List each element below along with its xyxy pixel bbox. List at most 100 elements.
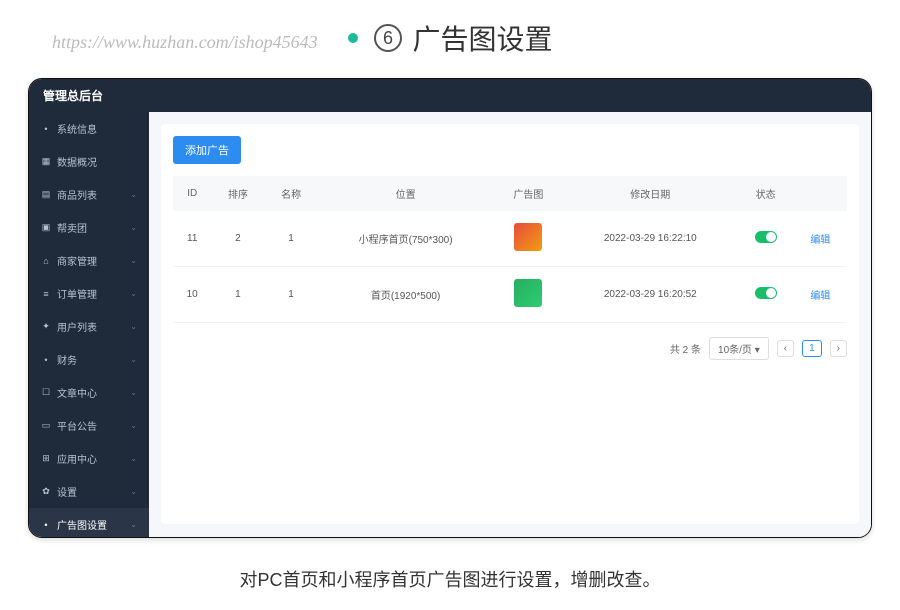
cell-thumb: [494, 267, 564, 323]
sidebar-item-label: 文章中心: [57, 385, 97, 400]
chevron-down-icon: ⌄: [130, 223, 137, 232]
dot-icon: [348, 33, 358, 43]
sidebar-item-5[interactable]: ≡订单管理⌄: [29, 277, 149, 310]
page-size-select[interactable]: 10条/页 ▾: [709, 337, 769, 360]
col-5: 修改日期: [563, 176, 737, 211]
sidebar-item-label: 系统信息: [57, 121, 97, 136]
sidebar-item-label: 设置: [57, 484, 77, 499]
sidebar-item-6[interactable]: ✦ 用户列表 ⌄: [29, 310, 149, 343]
ad-thumbnail[interactable]: [514, 223, 542, 251]
menu-icon: ▣: [41, 222, 51, 233]
sidebar-item-10[interactable]: ⊞ 应用中心 ⌄: [29, 442, 149, 475]
cell-sort: 1: [211, 267, 264, 323]
chevron-down-icon: ⌄: [130, 454, 137, 463]
menu-icon: ☐: [41, 387, 51, 398]
top-bar: 管理总后台: [29, 79, 871, 112]
cell-status: [737, 211, 793, 267]
sidebar-item-9[interactable]: ▭ 平台公告 ⌄: [29, 409, 149, 442]
app-body: •系统信息▦数据概况▤商品列表⌄▣帮卖团⌄⌂商家管理⌄≡订单管理⌄✦用户列表⌄•…: [29, 112, 871, 537]
watermark: https://www.huzhan.com/ishop45643: [52, 32, 318, 53]
sidebar-item-2[interactable]: ▤ 商品列表 ⌄: [29, 178, 149, 211]
chevron-down-icon: ⌄: [130, 355, 137, 364]
sidebar-item-label: 帮卖团: [57, 220, 87, 235]
pager-next[interactable]: ›: [830, 340, 847, 357]
cell-pos: 首页(1920*500): [318, 267, 494, 323]
cell-action: 编辑: [794, 267, 847, 323]
col-0: ID: [173, 176, 211, 211]
page-title: 广告图设置: [412, 24, 552, 55]
sidebar-item-label: 应用中心: [57, 451, 97, 466]
chevron-down-icon: ⌄: [130, 487, 137, 496]
col-3: 位置: [318, 176, 494, 211]
chevron-down-icon: ⌄: [130, 520, 137, 529]
sidebar-item-label: 用户列表: [57, 319, 97, 334]
ad-table: ID排序名称位置广告图修改日期状态 1121小程序首页(750*300)2022…: [173, 176, 847, 323]
edit-link[interactable]: 编辑: [810, 291, 830, 302]
menu-icon: •: [41, 520, 51, 530]
table-row: 1121小程序首页(750*300)2022-03-29 16:22:10编辑: [173, 211, 847, 267]
sidebar-item-11[interactable]: ✿ 设置 ⌄: [29, 475, 149, 508]
table-row: 1011首页(1920*500)2022-03-29 16:20:52编辑: [173, 267, 847, 323]
col-7: [794, 176, 847, 211]
sidebar-item-3[interactable]: ▣ 帮卖团 ⌄: [29, 211, 149, 244]
sidebar-item-label: 数据概况: [57, 154, 97, 169]
cell-name: 1: [265, 211, 318, 267]
menu-icon: ▤: [41, 189, 51, 200]
page-header: https://www.huzhan.com/ishop45643 6 广告图设…: [0, 0, 900, 70]
caption: 对PC首页和小程序首页广告图进行设置，增删改查。: [0, 566, 900, 592]
sidebar-item-label: 商品列表: [57, 187, 97, 202]
sidebar-item-7[interactable]: • 财务 ⌄: [29, 343, 149, 376]
sidebar-item-12[interactable]: • 广告图设置 ⌄: [29, 508, 149, 537]
sidebar-item-0[interactable]: • 系统信息: [29, 112, 149, 145]
sidebar-item-4[interactable]: ⌂ 商家管理 ⌄: [29, 244, 149, 277]
cell-thumb: [494, 211, 564, 267]
add-ad-button[interactable]: 添加广告: [173, 136, 241, 164]
menu-icon: ⊞: [41, 453, 51, 464]
cell-pos: 小程序首页(750*300): [318, 211, 494, 267]
edit-link[interactable]: 编辑: [810, 235, 830, 246]
pagination: 共 2 条 10条/页 ▾ ‹ 1 ›: [173, 337, 847, 360]
app-window: 管理总后台 •系统信息▦数据概况▤商品列表⌄▣帮卖团⌄⌂商家管理⌄≡订单管理⌄✦…: [28, 78, 872, 538]
menu-icon: •: [41, 124, 51, 134]
sidebar-item-label: 平台公告: [57, 418, 97, 433]
col-6: 状态: [737, 176, 793, 211]
chevron-down-icon: ⌄: [130, 190, 137, 199]
cell-id: 10: [173, 267, 211, 323]
main-panel: 添加广告 ID排序名称位置广告图修改日期状态 1121小程序首页(750*300…: [149, 112, 871, 537]
chevron-down-icon: ⌄: [130, 421, 137, 430]
cell-action: 编辑: [794, 211, 847, 267]
chevron-down-icon: ▾: [755, 345, 760, 356]
status-toggle[interactable]: [755, 287, 777, 299]
cell-date: 2022-03-29 16:20:52: [563, 267, 737, 323]
menu-icon: ✦: [41, 321, 51, 332]
chevron-down-icon: ⌄: [130, 388, 137, 397]
status-toggle[interactable]: [755, 231, 777, 243]
sidebar-item-label: 广告图设置: [57, 517, 107, 532]
sidebar-item-label: 商家管理: [57, 253, 97, 268]
chevron-down-icon: ⌄: [130, 256, 137, 265]
pager-page-1[interactable]: 1: [802, 340, 822, 357]
cell-status: [737, 267, 793, 323]
menu-icon: ⌂: [41, 256, 51, 266]
content-card: 添加广告 ID排序名称位置广告图修改日期状态 1121小程序首页(750*300…: [161, 124, 859, 524]
step-number: 6: [374, 24, 402, 52]
cell-name: 1: [265, 267, 318, 323]
sidebar-item-1[interactable]: ▦ 数据概况: [29, 145, 149, 178]
col-4: 广告图: [494, 176, 564, 211]
pager-prev[interactable]: ‹: [777, 340, 794, 357]
chevron-down-icon: ⌄: [130, 322, 137, 331]
menu-icon: ✿: [41, 486, 51, 497]
col-1: 排序: [211, 176, 264, 211]
menu-icon: •: [41, 355, 51, 365]
app-title: 管理总后台: [43, 89, 103, 103]
cell-date: 2022-03-29 16:22:10: [563, 211, 737, 267]
sidebar-item-label: 财务: [57, 352, 77, 367]
menu-icon: ▭: [41, 420, 51, 431]
menu-icon: ▦: [41, 156, 51, 167]
sidebar-item-8[interactable]: ☐ 文章中心 ⌄: [29, 376, 149, 409]
ad-thumbnail[interactable]: [514, 279, 542, 307]
sidebar-item-label: 订单管理: [57, 286, 97, 301]
cell-sort: 2: [211, 211, 264, 267]
chevron-down-icon: ⌄: [130, 289, 137, 298]
pager-total: 共 2 条: [670, 341, 701, 356]
